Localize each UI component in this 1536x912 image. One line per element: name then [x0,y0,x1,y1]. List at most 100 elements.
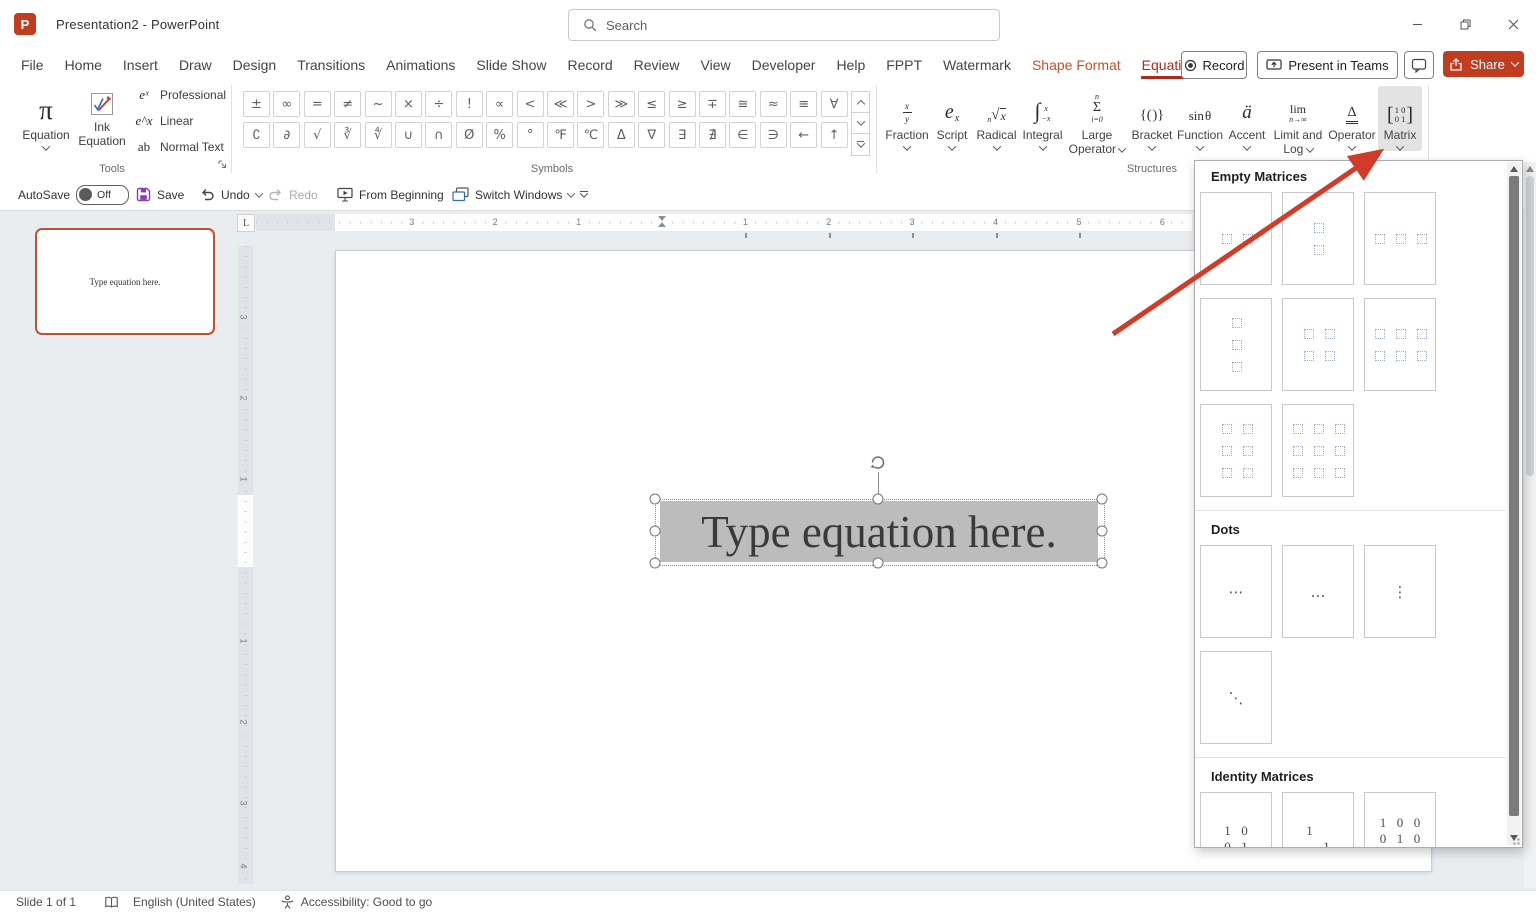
symbol-button-1-19[interactable]: ≡ [790,91,818,117]
symbol-button-1-2[interactable]: ∞ [273,91,301,117]
symbol-button-2-1[interactable]: ∁ [243,122,270,148]
tools-dialog-launcher[interactable] [218,156,227,174]
symbol-button-1-8[interactable]: ! [455,91,483,117]
structure-script-button[interactable]: e x Script [930,86,974,151]
resize-handle-bottom-mid[interactable] [872,557,884,569]
structure-large-operator-button[interactable]: n Σi=0 Large Operator [1066,86,1128,156]
matrix-option-empty-3[interactable] [1364,192,1436,285]
tab-home[interactable]: Home [64,50,103,79]
comments-button[interactable] [1404,51,1434,79]
redo-button[interactable]: Redo [268,180,318,209]
structure-accent-button[interactable]: ä Accent [1224,86,1270,151]
equation-textbox[interactable]: Type equation here. [660,501,1098,562]
symbol-button-2-2[interactable]: ∂ [273,122,301,148]
symbol-button-2-6[interactable]: ∪ [395,122,422,148]
normal-text-button[interactable]: ab Normal Text [134,136,224,158]
tab-stop[interactable] [912,233,915,238]
symbols-more-button[interactable] [851,133,870,156]
structure-bracket-button[interactable]: {( )} Bracket [1128,86,1176,151]
restore-button[interactable] [1442,0,1488,48]
autosave-toggle[interactable]: Off [76,184,130,205]
matrix-option-dots-2[interactable]: … [1282,545,1354,638]
tab-shape-format[interactable]: Shape Format [1031,50,1122,79]
symbol-button-2-11[interactable]: ℉ [547,122,574,148]
symbol-button-1-6[interactable]: × [395,91,422,117]
tab-draw[interactable]: Draw [178,50,213,79]
linear-button[interactable]: e^x Linear [134,110,193,132]
tab-stop[interactable] [745,233,748,238]
symbol-button-2-7[interactable]: ∩ [425,122,453,148]
spell-check-button[interactable] [104,896,119,909]
symbol-button-2-4[interactable]: ∛ [334,122,362,148]
structure-integral-button[interactable]: ∫ x −x Integral [1019,86,1066,151]
tab-view[interactable]: View [700,50,732,79]
resize-handle-top-mid[interactable] [872,493,884,505]
language-button[interactable]: English (United States) [133,895,256,909]
symbol-button-2-13[interactable]: Δ [607,122,635,148]
ink-equation-button[interactable]: Ink Equation [76,86,128,148]
rotation-handle[interactable] [868,453,888,477]
symbol-button-1-14[interactable]: ≤ [638,91,666,117]
professional-button[interactable]: eˣ Professional [134,84,226,106]
symbol-button-2-16[interactable]: ∄ [699,122,726,148]
structure-operator-button[interactable]: Δ Operator [1326,86,1378,151]
symbol-button-1-20[interactable]: ∀ [820,91,848,117]
tab-review[interactable]: Review [633,50,681,79]
structure-matrix-button[interactable]: 1 00 1 Matrix [1378,86,1422,151]
slide-thumbnail-1[interactable]: Type equation here. [35,228,215,335]
matrix-option-empty-7[interactable] [1200,404,1272,497]
tab-file[interactable]: File [20,50,45,79]
structure-function-button[interactable]: sin θ Function [1176,86,1224,151]
tab-insert[interactable]: Insert [122,50,159,79]
resize-handle-top-right[interactable] [1096,493,1108,505]
from-beginning-button[interactable]: From Beginning [337,180,444,209]
matrix-option-identity-1[interactable]: 1001 [1200,792,1272,847]
tab-stop[interactable] [828,233,831,238]
menu-scrollbar[interactable] [1507,162,1521,845]
present-in-teams-button[interactable]: Present in Teams [1257,51,1398,79]
symbol-button-2-20[interactable]: ↑ [820,122,848,148]
symbol-button-1-3[interactable]: = [303,91,331,117]
accessibility-button[interactable]: Accessibility: Good to go [280,895,432,909]
matrix-option-dots-3[interactable]: ⋮ [1364,545,1436,638]
symbol-button-1-7[interactable]: ÷ [425,91,453,117]
matrix-option-empty-5[interactable] [1282,298,1354,391]
symbol-button-1-1[interactable]: ± [243,91,270,117]
symbol-button-2-5[interactable]: ∜ [364,122,392,148]
matrix-option-dots-4[interactable]: ⋱ [1200,651,1272,744]
tab-transitions[interactable]: Transitions [296,50,366,79]
tab-help[interactable]: Help [835,50,866,79]
tab-stop[interactable] [995,233,998,238]
symbol-button-1-17[interactable]: ≅ [729,91,757,117]
tab-type-selector[interactable]: L [237,214,255,232]
matrix-option-empty-1[interactable] [1200,192,1272,285]
save-button[interactable]: Save [136,180,184,209]
structure-fraction-button[interactable]: x y Fraction [884,86,930,151]
equation-button[interactable]: π Equation [18,86,74,151]
symbol-button-1-11[interactable]: ≪ [547,91,574,117]
matrix-option-empty-2[interactable] [1282,192,1354,285]
window-scrollbar-thumb[interactable] [1526,176,1534,476]
symbols-scroll-up-button[interactable] [851,91,870,114]
tab-watermark[interactable]: Watermark [942,50,1012,79]
record-button[interactable]: Record [1181,51,1247,79]
resize-handle-bottom-left[interactable] [649,557,661,569]
menu-scrollbar-thumb[interactable] [1509,176,1519,816]
symbol-button-1-10[interactable]: < [516,91,544,117]
symbol-button-1-5[interactable]: ~ [364,91,392,117]
symbol-button-1-9[interactable]: ∝ [486,91,514,117]
resize-handle-mid-left[interactable] [649,525,661,537]
symbol-button-2-15[interactable]: ∃ [668,122,696,148]
resize-handle-bottom-right[interactable] [1096,557,1108,569]
tab-fppt[interactable]: FPPT [885,50,923,79]
indent-marker[interactable] [658,216,666,227]
symbol-button-2-19[interactable]: ← [790,122,818,148]
tab-design[interactable]: Design [232,50,278,79]
matrix-option-empty-8[interactable] [1282,404,1354,497]
search-input[interactable]: Search [568,9,1000,41]
switch-windows-button[interactable]: Switch Windows [452,180,576,209]
tab-record[interactable]: Record [566,50,613,79]
symbol-button-2-17[interactable]: ∈ [729,122,757,148]
symbol-button-2-10[interactable]: ° [516,122,544,148]
share-button[interactable]: Share [1443,51,1524,77]
